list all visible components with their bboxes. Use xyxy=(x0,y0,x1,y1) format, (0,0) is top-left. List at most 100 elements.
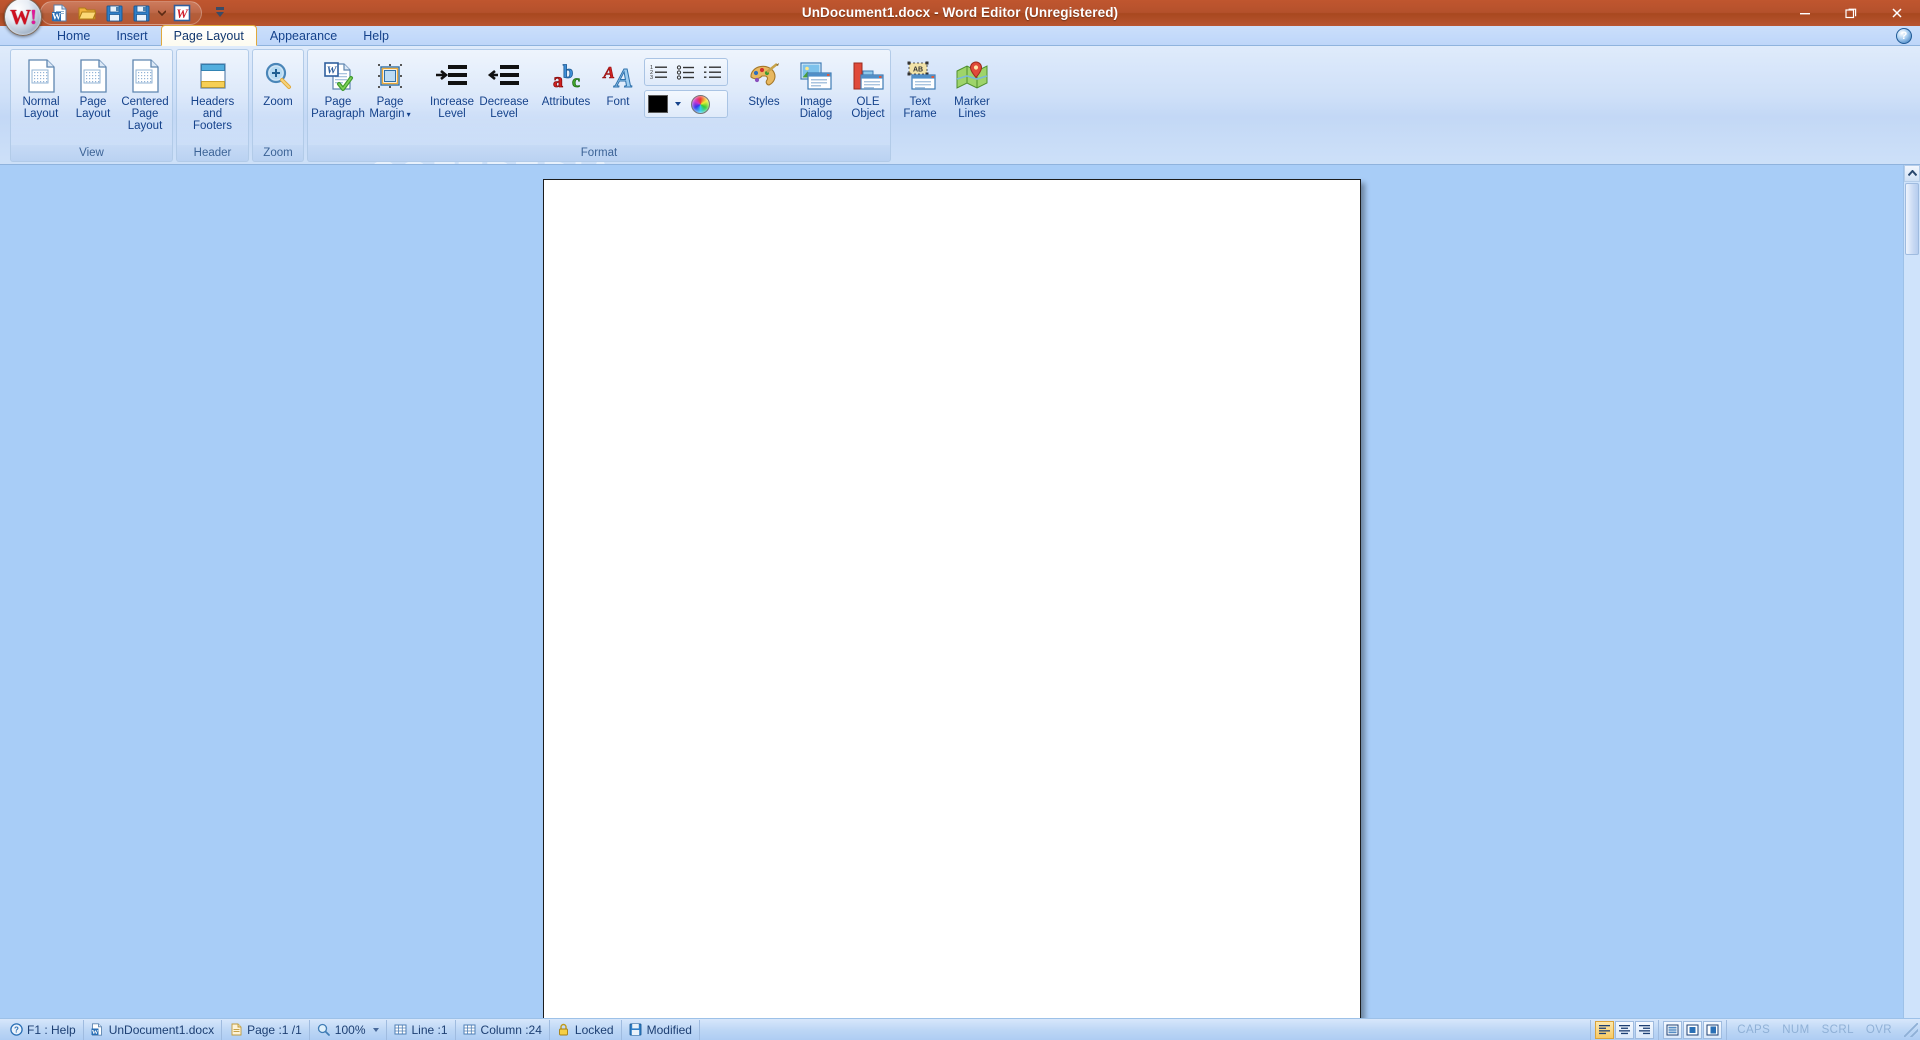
save-document-button[interactable] xyxy=(103,3,125,23)
status-line: Line :1 xyxy=(387,1019,456,1040)
font-button[interactable]: A A Font xyxy=(592,53,644,111)
save-as-dropdown-button[interactable] xyxy=(157,10,166,16)
open-folder-icon xyxy=(78,7,96,20)
zoom-button[interactable]: Zoom xyxy=(252,53,304,111)
chevron-up-icon xyxy=(1907,170,1917,177)
close-icon xyxy=(1892,8,1902,18)
page-margin-button[interactable]: Page Margin ▾ xyxy=(364,53,416,124)
view-normal-icon xyxy=(1666,1024,1679,1035)
page-margin-dropdown-icon[interactable]: ▾ xyxy=(407,110,411,119)
text-frame-button[interactable]: AB Text Frame xyxy=(894,53,946,123)
new-document-button[interactable]: W xyxy=(49,3,71,23)
normal-layout-button[interactable]: Normal Layout xyxy=(15,53,67,123)
align-left-button[interactable] xyxy=(1595,1020,1615,1039)
page-layout-button[interactable]: Page Layout xyxy=(67,53,119,123)
tab-page-layout[interactable]: Page Layout xyxy=(160,25,257,46)
align-right-icon xyxy=(1639,1025,1651,1035)
status-column-label: Column :24 xyxy=(480,1022,542,1037)
status-zoom[interactable]: 100% xyxy=(310,1019,387,1040)
status-help-label: F1 : Help xyxy=(27,1022,76,1037)
text-frame-icon: AB xyxy=(903,58,937,94)
increase-indent-icon xyxy=(435,58,469,94)
image-dialog-label: Image Dialog xyxy=(799,96,833,120)
svg-text:A: A xyxy=(613,63,633,92)
centered-page-layout-label: Centered Page Layout xyxy=(121,96,169,132)
ribbon: SOFTPEDIA xyxy=(0,46,1920,165)
tab-home[interactable]: Home xyxy=(44,25,103,45)
text-color-swatch[interactable] xyxy=(648,95,668,113)
tab-help[interactable]: Help xyxy=(350,25,402,45)
close-button[interactable] xyxy=(1874,0,1920,26)
decrease-level-button[interactable]: Decrease Level xyxy=(478,53,530,123)
customize-quick-access-button[interactable] xyxy=(212,3,228,23)
document-canvas[interactable] xyxy=(0,165,1903,1018)
page-margin-icon xyxy=(374,58,406,94)
numbered-list-button[interactable]: 123 xyxy=(646,60,672,84)
page-paragraph-button[interactable]: W Page Paragraph xyxy=(311,53,365,123)
decrease-indent-icon xyxy=(487,58,521,94)
minimize-button[interactable] xyxy=(1782,0,1828,26)
word-view-button[interactable]: W xyxy=(171,3,193,23)
svg-text:c: c xyxy=(572,71,580,91)
increase-level-label: Increase Level xyxy=(429,96,475,120)
help-button[interactable]: ? xyxy=(1896,28,1912,44)
ole-object-icon xyxy=(851,58,885,94)
resize-grip[interactable] xyxy=(1904,1022,1918,1037)
title-bar: W! W W UnDocument1.docx - Word Editor (U… xyxy=(0,0,1920,36)
scroll-up-button[interactable] xyxy=(1904,165,1920,182)
status-locked[interactable]: Locked xyxy=(550,1019,622,1040)
svg-text:W: W xyxy=(327,65,338,77)
ribbon-group-zoom-label: Zoom xyxy=(252,145,304,162)
status-flag-num: NUM xyxy=(1782,1023,1810,1036)
view-page-button[interactable] xyxy=(1683,1020,1703,1039)
centered-page-layout-button[interactable]: Centered Page Layout xyxy=(119,53,171,135)
open-document-button[interactable] xyxy=(76,3,98,23)
view-centered-button[interactable] xyxy=(1703,1020,1723,1039)
align-left-icon xyxy=(1599,1025,1611,1035)
styles-button[interactable]: Styles xyxy=(738,53,790,111)
status-help[interactable]: ? F1 : Help xyxy=(2,1019,84,1040)
page-layout-label: Page Layout xyxy=(75,96,111,120)
document-page[interactable] xyxy=(542,179,1361,1018)
zoom-dropdown-icon[interactable] xyxy=(372,1027,379,1032)
multilevel-list-button[interactable] xyxy=(700,60,726,84)
status-page[interactable]: Page :1 /1 xyxy=(222,1019,310,1040)
page-centered-icon xyxy=(130,58,160,94)
align-right-button[interactable] xyxy=(1635,1020,1655,1039)
view-normal-button[interactable] xyxy=(1663,1020,1683,1039)
page-normal-icon xyxy=(26,58,56,94)
text-color-dropdown[interactable] xyxy=(671,95,685,113)
tab-appearance[interactable]: Appearance xyxy=(257,25,350,45)
status-filename[interactable]: W UnDocument1.docx xyxy=(84,1019,223,1040)
status-zoom-label: 100% xyxy=(334,1022,366,1037)
svg-text:W: W xyxy=(52,12,61,22)
app-logo-icon: W! xyxy=(10,4,37,29)
svg-text:AB: AB xyxy=(913,67,923,74)
image-dialog-button[interactable]: Image Dialog xyxy=(790,53,842,123)
attributes-button[interactable]: a b c Attributes xyxy=(540,53,592,111)
scrollbar-thumb[interactable] xyxy=(1905,183,1919,255)
headers-and-footers-label: Headers and Footers xyxy=(190,96,235,132)
bulleted-list-button[interactable] xyxy=(673,60,699,84)
scrollbar-track[interactable] xyxy=(1904,256,1920,1018)
color-wheel-button[interactable] xyxy=(688,93,712,115)
marker-lines-button[interactable]: Marker Lines xyxy=(946,53,998,123)
view-page-icon xyxy=(1686,1024,1699,1035)
status-line-label: Line :1 xyxy=(411,1022,448,1037)
header-footer-icon xyxy=(198,58,228,94)
svg-text:?: ? xyxy=(14,1026,19,1035)
status-flag-caps: CAPS xyxy=(1737,1023,1771,1036)
restore-button[interactable] xyxy=(1828,0,1874,26)
align-center-button[interactable] xyxy=(1615,1020,1635,1039)
save-as-document-button[interactable] xyxy=(130,3,152,23)
increase-level-button[interactable]: Increase Level xyxy=(426,53,478,123)
ole-object-button[interactable]: OLE Object xyxy=(842,53,894,123)
status-modified: Modified xyxy=(622,1019,700,1040)
chevron-down-icon xyxy=(675,102,681,106)
window-title: UnDocument1.docx - Word Editor (Unregist… xyxy=(801,5,1119,20)
tab-insert[interactable]: Insert xyxy=(103,25,160,45)
vertical-scrollbar[interactable] xyxy=(1903,165,1920,1018)
page-paragraph-label: Page Paragraph xyxy=(311,96,365,120)
paragraph-color-cluster: 123 xyxy=(644,53,728,118)
headers-and-footers-button[interactable]: Headers and Footers xyxy=(181,53,244,135)
